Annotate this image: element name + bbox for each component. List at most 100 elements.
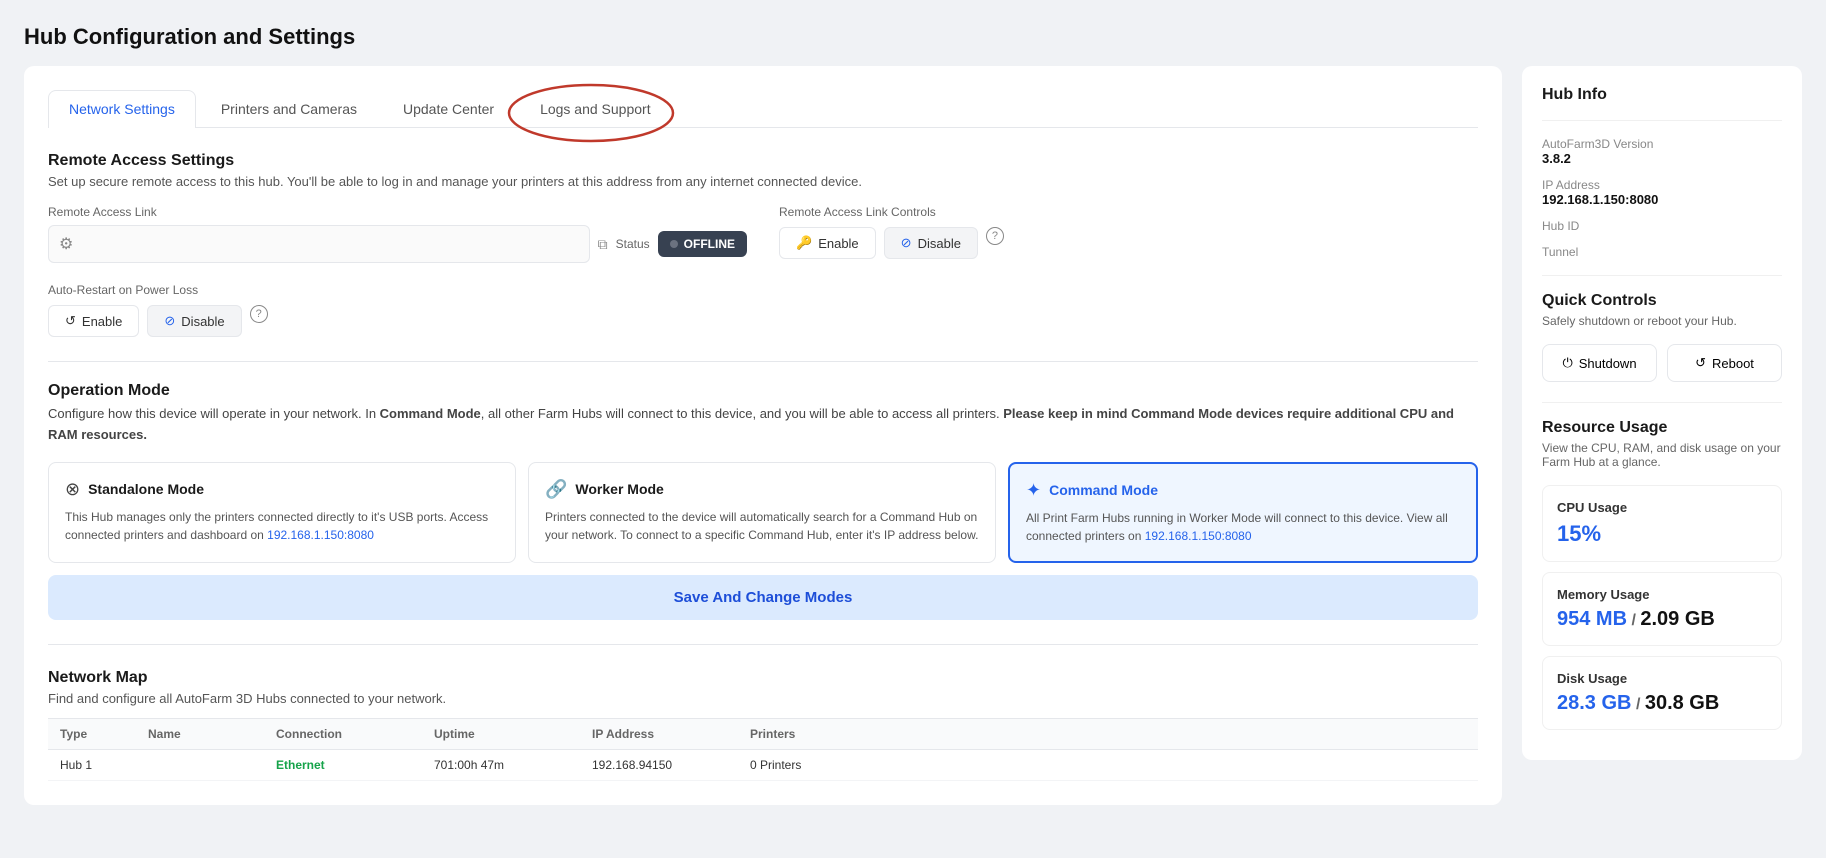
main-layout: Network Settings Printers and Cameras Up…	[24, 66, 1802, 805]
hub-version-row: AutoFarm3D Version 3.8.2	[1542, 137, 1782, 166]
mode-card-standalone[interactable]: ⊗ Standalone Mode This Hub manages only …	[48, 462, 516, 563]
memory-usage-card: Memory Usage 954 MB / 2.09 GB	[1542, 572, 1782, 646]
help-icon-2[interactable]: ?	[250, 305, 268, 323]
status-dot	[670, 240, 678, 248]
tunnel-row: Tunnel	[1542, 245, 1782, 259]
sidebar: Hub Info AutoFarm3D Version 3.8.2 IP Add…	[1522, 66, 1802, 760]
ip-label: IP Address	[1542, 178, 1782, 192]
copy-icon[interactable]: ⧉	[598, 236, 608, 253]
remote-access-title: Remote Access Settings	[48, 152, 1478, 170]
page-title: Hub Configuration and Settings	[24, 24, 1802, 50]
remote-link-input-row: ⚙ ⧉ Status OFFLINE	[48, 225, 747, 263]
divider-1	[48, 361, 1478, 362]
cpu-usage-card: CPU Usage 15%	[1542, 485, 1782, 562]
tab-printers-cameras[interactable]: Printers and Cameras	[200, 90, 378, 127]
auto-restart-label: Auto-Restart on Power Loss	[48, 283, 1478, 297]
operation-mode-title: Operation Mode	[48, 382, 1478, 400]
key-icon: 🔑	[796, 235, 812, 251]
remote-access-left: Remote Access Link ⚙ ⧉ Status OFFLINE	[48, 205, 747, 263]
standalone-link[interactable]: 192.168.1.150:8080	[267, 528, 374, 542]
divider-2	[48, 644, 1478, 645]
tab-network-settings[interactable]: Network Settings	[48, 90, 196, 128]
hub-ip-row: IP Address 192.168.1.150:8080	[1542, 178, 1782, 207]
remote-disable-btn[interactable]: ⊘ Disable	[884, 227, 978, 259]
hub-info-title: Hub Info	[1542, 86, 1782, 104]
power-icon: ⏻	[1562, 355, 1572, 371]
hub-id-label: Hub ID	[1542, 219, 1782, 233]
status-label: Status	[616, 237, 650, 251]
resource-usage-title: Resource Usage	[1542, 419, 1782, 437]
network-map-section: Network Map Find and configure all AutoF…	[48, 669, 1478, 781]
cpu-label: CPU Usage	[1557, 500, 1767, 515]
table-row: Hub 1 Ethernet 701:00h 47m 192.168.94150…	[48, 750, 1478, 781]
disk-used: 28.3 GB	[1557, 692, 1631, 714]
mode-card-worker[interactable]: 🔗 Worker Mode Printers connected to the …	[528, 462, 996, 563]
quick-controls-desc: Safely shutdown or reboot your Hub.	[1542, 314, 1782, 328]
remote-access-desc: Set up secure remote access to this hub.…	[48, 174, 1478, 189]
mode-card-header-worker: 🔗 Worker Mode	[545, 479, 979, 500]
content-area: Network Settings Printers and Cameras Up…	[24, 66, 1502, 805]
worker-desc: Printers connected to the device will au…	[545, 508, 979, 544]
operation-mode-section: Operation Mode Configure how this device…	[48, 382, 1478, 620]
shutdown-btn[interactable]: ⏻ Shutdown	[1542, 344, 1657, 382]
status-value: OFFLINE	[684, 237, 735, 251]
disk-total: 30.8 GB	[1645, 692, 1719, 714]
remote-controls-label: Remote Access Link Controls	[779, 205, 1478, 219]
remote-link-input[interactable]: ⚙	[48, 225, 590, 263]
command-link[interactable]: 192.168.1.150:8080	[1145, 529, 1252, 543]
auto-restart-toggle: ↺ Enable ⊘ Disable ?	[48, 305, 1478, 337]
hub-id-row: Hub ID	[1542, 219, 1782, 233]
reboot-btn[interactable]: ↺ Reboot	[1667, 344, 1782, 382]
table-header: Type Name Connection Uptime IP Address P…	[48, 718, 1478, 750]
remote-controls-toggle: 🔑 Enable ⊘ Disable ?	[779, 227, 1478, 259]
worker-title: Worker Mode	[575, 481, 663, 497]
tab-logs-support[interactable]: Logs and Support	[519, 90, 672, 127]
resource-usage-desc: View the CPU, RAM, and disk usage on you…	[1542, 441, 1782, 469]
refresh-icon: ↺	[65, 313, 76, 329]
mode-card-header-standalone: ⊗ Standalone Mode	[65, 479, 499, 500]
tunnel-label: Tunnel	[1542, 245, 1782, 259]
tab-update-center[interactable]: Update Center	[382, 90, 515, 127]
sidebar-divider-2	[1542, 402, 1782, 403]
reboot-icon: ↺	[1695, 355, 1706, 371]
auto-restart-section: Auto-Restart on Power Loss ↺ Enable ⊘ Di…	[48, 283, 1478, 337]
help-icon[interactable]: ?	[986, 227, 1004, 245]
remote-access-section: Remote Access Settings Set up secure rem…	[48, 152, 1478, 337]
mode-card-command[interactable]: ✦ Command Mode All Print Farm Hubs runni…	[1008, 462, 1478, 563]
remote-enable-btn[interactable]: 🔑 Enable	[779, 227, 876, 259]
worker-icon: 🔗	[545, 479, 567, 500]
remote-access-right: Remote Access Link Controls 🔑 Enable ⊘ D…	[779, 205, 1478, 259]
sidebar-divider-1	[1542, 275, 1782, 276]
operation-mode-desc: Configure how this device will operate i…	[48, 404, 1478, 446]
memory-total: 2.09 GB	[1640, 608, 1714, 630]
status-badge: OFFLINE	[658, 231, 747, 257]
memory-used: 954 MB	[1557, 608, 1627, 630]
disk-value: 28.3 GB / 30.8 GB	[1557, 692, 1767, 715]
cpu-value: 15%	[1557, 521, 1767, 547]
tabs-bar: Network Settings Printers and Cameras Up…	[48, 90, 1478, 128]
version-label: AutoFarm3D Version	[1542, 137, 1782, 151]
network-map-title: Network Map	[48, 669, 1478, 687]
command-icon: ✦	[1026, 480, 1041, 501]
gear-icon: ⚙	[59, 234, 73, 254]
standalone-icon: ⊗	[65, 479, 80, 500]
disk-label: Disk Usage	[1557, 671, 1767, 686]
memory-value: 954 MB / 2.09 GB	[1557, 608, 1767, 631]
disable-icon: ⊘	[901, 235, 912, 251]
standalone-title: Standalone Mode	[88, 481, 204, 497]
disk-separator: /	[1636, 696, 1645, 713]
connection-status: Ethernet	[276, 758, 426, 772]
mode-card-header-command: ✦ Command Mode	[1026, 480, 1460, 501]
auto-restart-disable-btn[interactable]: ⊘ Disable	[147, 305, 241, 337]
command-desc: All Print Farm Hubs running in Worker Mo…	[1026, 509, 1460, 545]
status-row: Status OFFLINE	[616, 231, 747, 257]
ip-value: 192.168.1.150:8080	[1542, 192, 1782, 207]
command-title: Command Mode	[1049, 482, 1158, 498]
quick-controls-btns: ⏻ Shutdown ↺ Reboot	[1542, 344, 1782, 382]
standalone-desc: This Hub manages only the printers conne…	[65, 508, 499, 544]
auto-restart-enable-btn[interactable]: ↺ Enable	[48, 305, 139, 337]
page-wrapper: Hub Configuration and Settings Network S…	[0, 0, 1826, 858]
quick-controls-title: Quick Controls	[1542, 292, 1782, 310]
save-change-modes-btn[interactable]: Save And Change Modes	[48, 575, 1478, 620]
disk-usage-card: Disk Usage 28.3 GB / 30.8 GB	[1542, 656, 1782, 730]
